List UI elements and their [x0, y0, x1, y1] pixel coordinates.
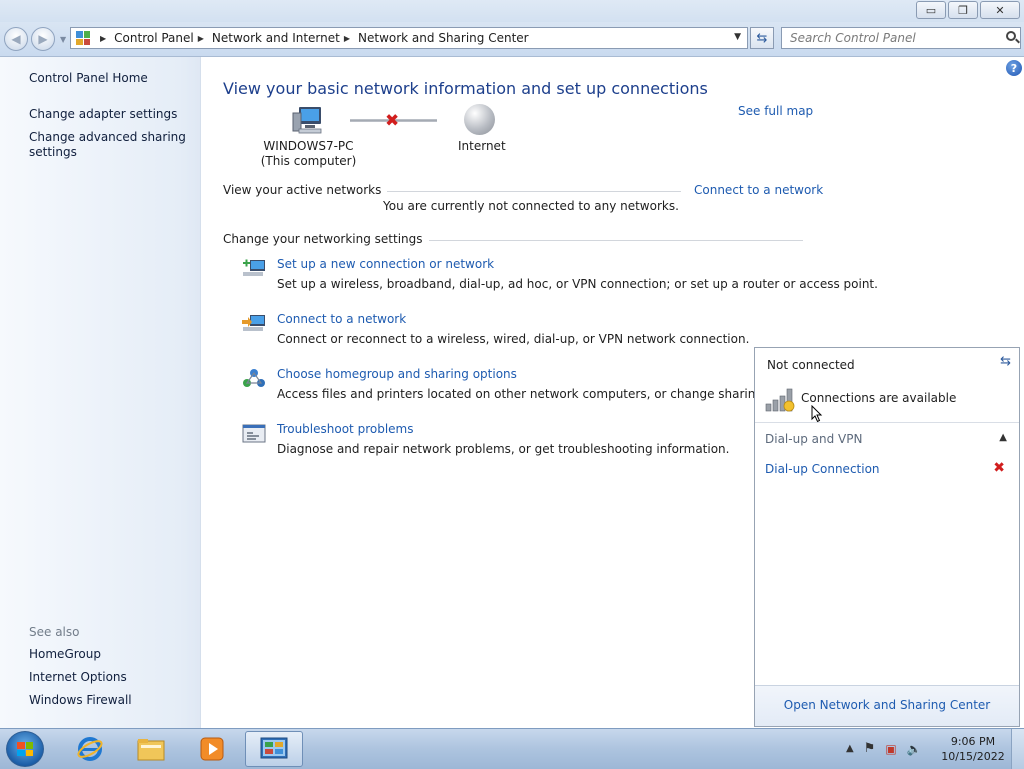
page-title: View your basic network information and … — [223, 79, 708, 98]
show-desktop-button[interactable] — [1011, 729, 1024, 769]
address-dropdown-icon[interactable]: ▼ — [734, 32, 741, 42]
sidebar-item-change-advanced-sharing[interactable]: Change advanced sharing settings — [29, 130, 189, 160]
forward-arrow-icon: ▶ — [38, 32, 48, 46]
collapse-chevron-icon[interactable]: ▲ — [999, 432, 1007, 443]
title-bar: ▭ ❐ ✕ — [0, 0, 1024, 22]
open-network-sharing-center-link[interactable]: Open Network and Sharing Center — [755, 698, 1019, 712]
breadcrumb-network-sharing-center[interactable]: Network and Sharing Center — [358, 31, 529, 45]
divider — [381, 240, 803, 241]
taskbar-media-player[interactable] — [183, 731, 241, 767]
sidebar-item-windows-firewall[interactable]: Windows Firewall — [29, 693, 189, 708]
control-panel-icon — [260, 737, 288, 759]
task-link-homegroup[interactable]: Choose homegroup and sharing options — [277, 367, 517, 381]
refresh-icon[interactable]: ⇆ — [1000, 354, 1011, 369]
breadcrumb-network-and-internet[interactable]: Network and Internet — [212, 31, 340, 45]
network-flyout: Not connected ⇆ Connections are availabl… — [754, 347, 1020, 727]
help-icon[interactable]: ? — [1006, 60, 1022, 76]
troubleshoot-icon — [242, 424, 266, 443]
clock-time: 9:06 PM — [950, 735, 996, 748]
sidebar-item-internet-options[interactable]: Internet Options — [29, 670, 189, 685]
connections-available-label: Connections are available — [801, 391, 957, 405]
breadcrumb-arrow-icon[interactable]: ▶ — [344, 34, 350, 43]
task-desc-connect-network: Connect or reconnect to a wireless, wire… — [277, 332, 750, 346]
back-button[interactable]: ◀ — [4, 27, 28, 51]
computer-icon[interactable] — [291, 105, 323, 135]
task-desc-homegroup: Access files and printers located on oth… — [277, 387, 819, 401]
disconnected-x-icon: ✖ — [993, 460, 1005, 476]
minimize-button[interactable]: ▭ — [916, 1, 946, 19]
divider — [755, 422, 1019, 423]
signal-bars-icon — [765, 388, 795, 412]
windows-logo-icon — [17, 742, 33, 756]
close-button[interactable]: ✕ — [980, 1, 1020, 19]
new-connection-icon — [243, 259, 265, 276]
close-icon: ✕ — [995, 3, 1005, 17]
action-center-flag-icon[interactable]: ⚑ — [864, 741, 876, 756]
back-arrow-icon: ◀ — [11, 32, 21, 46]
system-clock[interactable]: 9:06 PM 10/15/2022 — [938, 734, 1008, 764]
refresh-icon: ⇆ — [756, 30, 768, 46]
disconnected-x-icon[interactable]: ✖ — [385, 111, 399, 131]
computer-name: WINDOWS7-PC — [263, 139, 354, 153]
task-desc-new-connection: Set up a wireless, broadband, dial-up, a… — [277, 277, 878, 291]
flyout-status: Not connected — [767, 358, 855, 372]
change-settings-label: Change your networking settings — [223, 232, 429, 246]
windows-explorer-icon — [137, 739, 165, 761]
not-connected-message: You are currently not connected to any n… — [383, 199, 679, 213]
internet-globe-icon[interactable] — [464, 104, 495, 135]
address-bar[interactable]: ▶ Control Panel ▶ Network and Internet ▶… — [70, 27, 748, 49]
search-placeholder: Search Control Panel — [790, 31, 916, 45]
taskbar-control-panel[interactable] — [245, 731, 303, 767]
clock-date: 10/15/2022 — [941, 750, 1005, 763]
recent-pages-dropdown-icon[interactable]: ▼ — [60, 35, 66, 44]
active-networks-label: View your active networks — [223, 183, 388, 197]
forward-button[interactable]: ▶ — [31, 27, 55, 51]
dialup-vpn-group-header[interactable]: Dial-up and VPN — [765, 432, 862, 446]
homegroup-icon — [243, 369, 265, 387]
internet-label: Internet — [458, 139, 506, 153]
dialup-connection-item[interactable]: Dial-up Connection — [765, 462, 880, 476]
mouse-cursor-icon — [811, 405, 823, 423]
start-button[interactable] — [6, 731, 44, 767]
task-link-new-connection[interactable]: Set up a new connection or network — [277, 257, 494, 271]
window-controls: ▭ ❐ ✕ — [916, 1, 1020, 19]
volume-muted-icon[interactable]: 🔈 — [907, 742, 922, 756]
sidebar-item-homegroup[interactable]: HomeGroup — [29, 647, 189, 662]
refresh-button[interactable]: ⇆ — [750, 27, 774, 49]
connect-network-icon — [242, 315, 265, 331]
breadcrumb-arrow-icon[interactable]: ▶ — [100, 34, 106, 43]
show-hidden-icons-chevron-icon[interactable]: ▲ — [846, 743, 854, 754]
task-link-troubleshoot[interactable]: Troubleshoot problems — [277, 422, 413, 436]
control-panel-icon — [76, 31, 90, 45]
see-full-map-link[interactable]: See full map — [738, 104, 813, 118]
restore-icon: ❐ — [958, 3, 968, 17]
sidebar: Control Panel Home Change adapter settin… — [0, 57, 201, 728]
divider — [361, 191, 681, 192]
task-link-connect-network[interactable]: Connect to a network — [277, 312, 406, 326]
task-desc-troubleshoot: Diagnose and repair network problems, or… — [277, 442, 730, 456]
navigation-bar: ◀ ▶ ▼ ▶ Control Panel ▶ Network and Inte… — [0, 22, 1024, 57]
computer-subtitle: (This computer) — [260, 154, 357, 168]
restore-button[interactable]: ❐ — [948, 1, 978, 19]
computer-name-label: WINDOWS7-PC (This computer) — [251, 139, 366, 169]
internet-explorer-icon — [77, 737, 103, 761]
breadcrumb-arrow-icon[interactable]: ▶ — [198, 34, 204, 43]
breadcrumb-control-panel[interactable]: Control Panel — [114, 31, 194, 45]
media-player-icon — [200, 737, 224, 761]
taskbar: ▲ ⚑ ▣ 🔈 9:06 PM 10/15/2022 — [0, 728, 1024, 769]
flyout-footer: Open Network and Sharing Center — [755, 685, 1019, 726]
search-input[interactable]: Search Control Panel — [781, 27, 1021, 49]
taskbar-windows-explorer[interactable] — [122, 731, 180, 767]
sidebar-item-control-panel-home[interactable]: Control Panel Home — [29, 71, 189, 86]
system-tray: ▲ ⚑ ▣ 🔈 — [846, 741, 922, 756]
taskbar-internet-explorer[interactable] — [61, 731, 119, 767]
network-tray-icon[interactable]: ▣ — [885, 742, 896, 756]
search-icon[interactable] — [1006, 31, 1016, 41]
sidebar-item-change-adapter-settings[interactable]: Change adapter settings — [29, 107, 189, 122]
minimize-icon: ▭ — [925, 3, 937, 17]
see-also-heading: See also — [29, 625, 80, 639]
connect-to-network-link[interactable]: Connect to a network — [689, 183, 824, 197]
